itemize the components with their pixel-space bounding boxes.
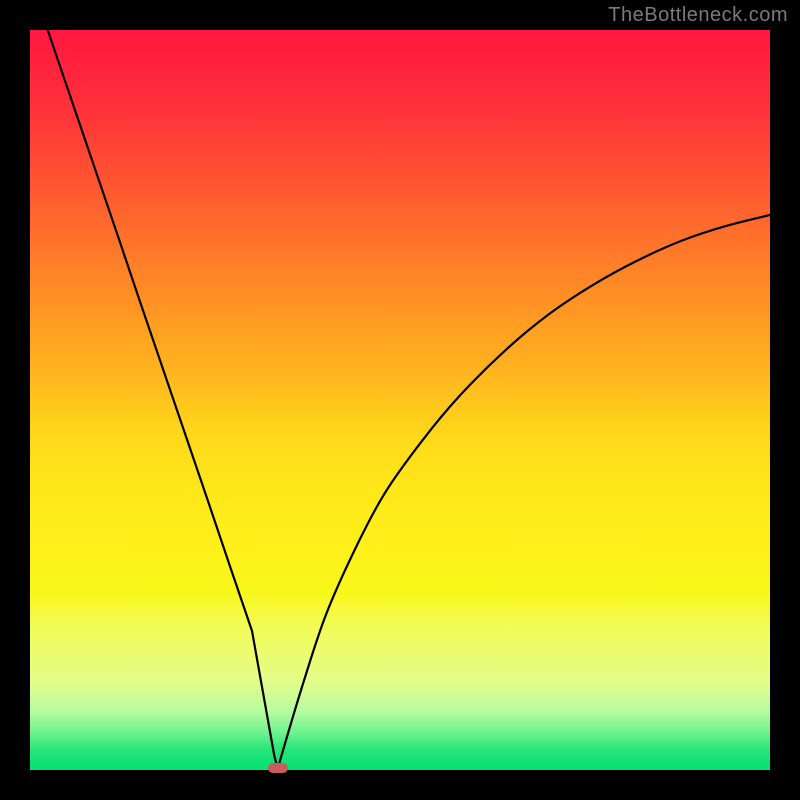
chart-frame: TheBottleneck.com [0,0,800,800]
minimum-marker [268,763,288,773]
branding-label: TheBottleneck.com [608,4,788,27]
bottleneck-curve [30,30,770,770]
curve-svg [30,30,770,770]
